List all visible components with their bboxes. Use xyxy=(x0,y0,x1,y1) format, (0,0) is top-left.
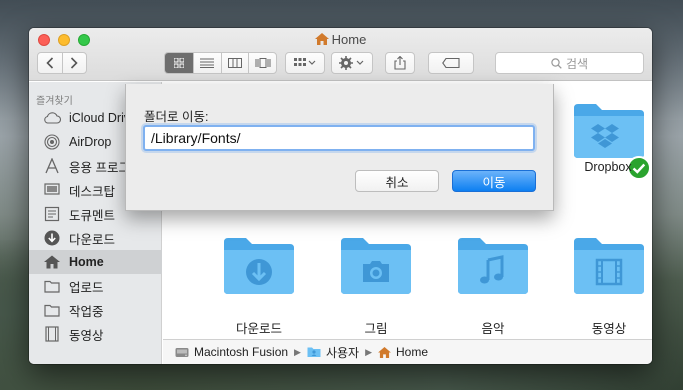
arrange-button[interactable] xyxy=(285,52,325,74)
pictures-folder-icon xyxy=(341,238,411,294)
path-item-label: Home xyxy=(396,345,429,359)
folder-path-input[interactable] xyxy=(143,125,535,151)
view-mode-control xyxy=(164,52,277,74)
home-icon xyxy=(43,254,61,270)
forward-button[interactable] xyxy=(61,53,86,73)
folder-icon xyxy=(43,278,61,294)
cancel-button[interactable]: 취소 xyxy=(355,170,439,192)
folder-item[interactable]: Dropbox xyxy=(558,90,652,190)
music-folder-icon xyxy=(458,238,528,294)
sidebar-item-downloads[interactable]: 다운로드 xyxy=(29,226,162,250)
folder-label: Dropbox xyxy=(584,160,632,174)
share-button[interactable] xyxy=(385,52,415,74)
chevron-left-icon xyxy=(46,57,54,69)
sidebar-item-uploads[interactable]: 업로드 xyxy=(29,274,162,298)
path-item-label: Macintosh Fusion xyxy=(194,345,289,359)
folder-label: 동영상 xyxy=(591,322,627,336)
sidebar-item-label: AirDrop xyxy=(69,135,112,149)
columns-icon xyxy=(227,58,242,68)
folder-item[interactable]: 그림 xyxy=(326,236,426,346)
chevron-right-icon xyxy=(71,57,79,69)
download-folder-icon xyxy=(224,238,294,294)
movies-folder-icon xyxy=(574,238,644,294)
go-to-folder-label: 폴더로 이동: xyxy=(144,110,209,124)
path-separator-icon: ▶ xyxy=(365,346,373,357)
users-folder-icon xyxy=(307,347,321,357)
sidebar-item-in-progress[interactable]: 작업중 xyxy=(29,298,162,322)
hard-disk-icon xyxy=(175,348,189,357)
sidebar-item-label: 다운로드 xyxy=(69,232,116,247)
action-button[interactable] xyxy=(331,52,373,74)
sidebar-item-label: 데스크탑 xyxy=(69,184,116,199)
path-item-label: 사용자 xyxy=(325,345,360,360)
folder-item[interactable]: 음악 xyxy=(443,236,543,346)
list-icon xyxy=(200,58,215,68)
title-bar: Home 검색 xyxy=(29,28,652,81)
tags-button[interactable] xyxy=(428,52,474,74)
sidebar-item-label: 업로드 xyxy=(69,280,104,295)
column-view-button[interactable] xyxy=(220,53,249,73)
document-icon xyxy=(43,206,61,222)
go-button[interactable]: 이동 xyxy=(452,170,536,192)
list-view-button[interactable] xyxy=(192,53,221,73)
back-forward-control xyxy=(37,52,87,74)
cloud-icon xyxy=(43,110,61,126)
path-item-disk[interactable]: Macintosh Fusion xyxy=(175,345,288,359)
go-to-folder-sheet: 폴더로 이동: 취소 이동 xyxy=(125,84,554,211)
sidebar-item-label: 동영상 xyxy=(69,328,104,343)
path-item-home[interactable]: Home xyxy=(378,345,428,359)
search-placeholder: 검색 xyxy=(565,56,589,71)
folder-label: 그림 xyxy=(364,322,388,336)
icon-view-button[interactable] xyxy=(165,53,193,73)
home-icon xyxy=(378,346,391,358)
cover-flow-button[interactable] xyxy=(248,53,276,73)
sidebar-item-label: 도큐멘트 xyxy=(69,208,116,223)
gear-icon xyxy=(339,56,364,70)
path-separator-icon: ▶ xyxy=(294,346,301,357)
window-title-text: Home xyxy=(331,32,367,47)
folder-label: 다운로드 xyxy=(235,322,282,336)
tag-icon xyxy=(442,58,460,68)
path-bar: Macintosh Fusion ▶ 사용자 ▶ Home xyxy=(163,339,652,364)
cover-flow-icon xyxy=(255,58,271,68)
sidebar-item-home[interactable]: Home xyxy=(29,250,162,274)
folder-item[interactable]: 다운로드 xyxy=(209,236,309,346)
folder-icon xyxy=(43,302,61,318)
applications-icon xyxy=(43,158,61,174)
search-input[interactable]: 검색 xyxy=(495,52,644,74)
search-icon xyxy=(551,57,562,69)
back-button[interactable] xyxy=(38,53,62,73)
path-item-users[interactable]: 사용자 xyxy=(307,344,359,361)
icon-grid-icon xyxy=(173,58,184,68)
folder-label: 음악 xyxy=(481,322,505,336)
sidebar-header: 즐겨찾기 xyxy=(36,96,73,107)
download-icon xyxy=(43,230,61,246)
window-title: Home xyxy=(29,32,652,47)
sidebar-item-movies[interactable]: 동영상 xyxy=(29,322,162,346)
arrange-grid-icon xyxy=(294,58,316,66)
home-icon xyxy=(314,33,329,45)
movie-icon xyxy=(43,326,61,342)
desktop-icon xyxy=(43,182,61,198)
sidebar-item-label: 작업중 xyxy=(69,304,104,319)
airdrop-icon xyxy=(43,134,61,150)
sidebar-item-label: Home xyxy=(69,255,104,269)
dropbox-folder-icon xyxy=(574,104,644,158)
share-icon xyxy=(394,56,406,70)
folder-item[interactable]: 동영상 xyxy=(559,236,652,346)
